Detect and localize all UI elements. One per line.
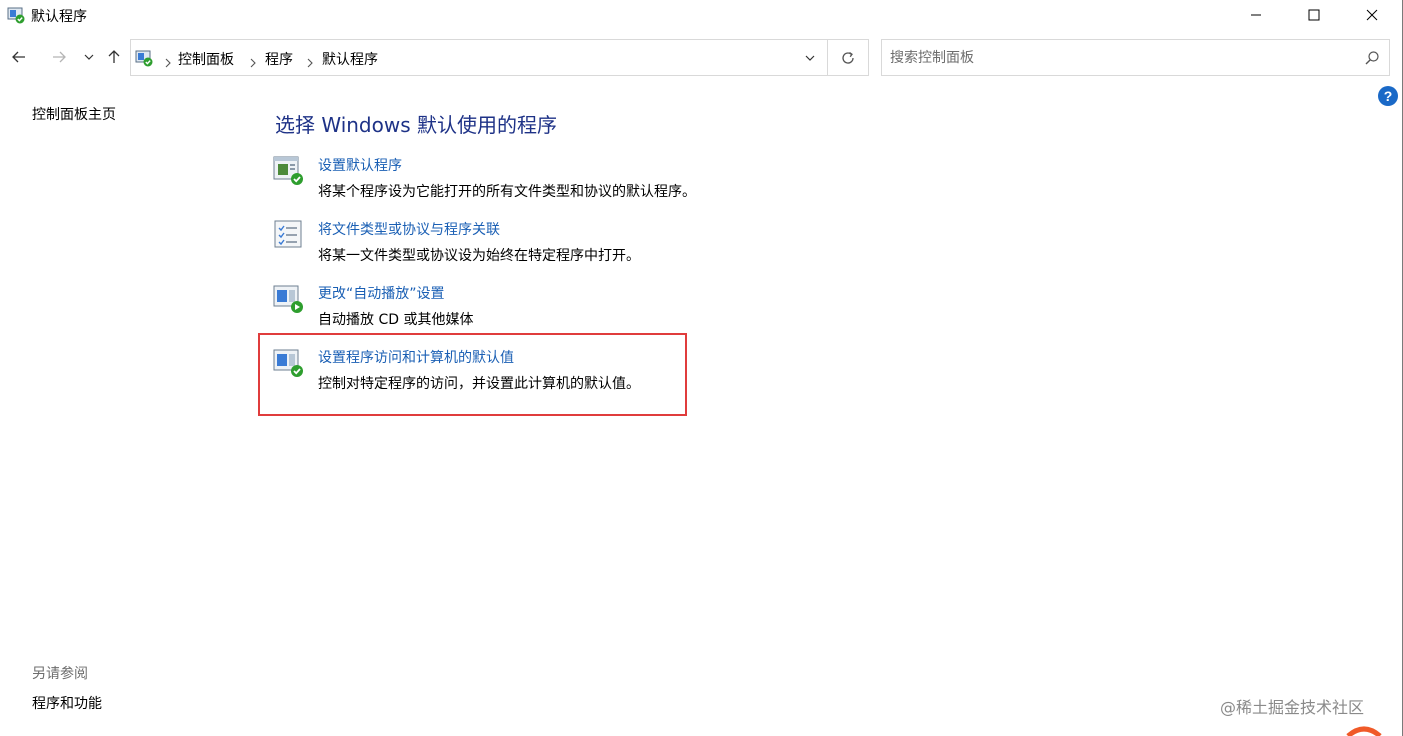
file-association-list-icon <box>272 219 306 253</box>
default-programs-app-icon <box>7 6 25 24</box>
chevron-down-icon <box>805 55 815 61</box>
address-bar[interactable]: 控制面板 程序 默认程序 <box>130 39 869 76</box>
control-panel-icon <box>135 49 153 67</box>
default-programs-check-icon <box>272 155 306 189</box>
autoplay-settings-description: 自动播放 CD 或其他媒体 <box>318 312 474 328</box>
arrow-up-icon <box>108 50 120 63</box>
breadcrumb-separator-icon <box>305 53 315 68</box>
breadcrumb-separator-icon <box>248 53 258 68</box>
search-box[interactable] <box>881 39 1390 76</box>
chevron-down-icon <box>84 54 94 60</box>
watermark-text: @稀土掘金技术社区 <box>1220 698 1365 717</box>
associate-file-type-link[interactable]: 将文件类型或协议与程序关联 <box>318 219 500 239</box>
see-also-header: 另请参阅 <box>32 666 88 682</box>
title-bar: 默认程序 <box>0 0 1402 30</box>
associate-file-type-description: 将某一文件类型或协议设为始终在特定程序中打开。 <box>318 248 640 264</box>
back-button[interactable] <box>7 45 31 69</box>
set-default-programs-description: 将某个程序设为它能打开的所有文件类型和协议的默认程序。 <box>318 184 696 200</box>
arrow-right-icon <box>53 51 66 63</box>
page-title: 选择 Windows 默认使用的程序 <box>275 113 557 137</box>
up-button[interactable] <box>102 45 126 69</box>
breadcrumb-item-control-panel[interactable]: 控制面板 <box>178 49 234 69</box>
question-mark-icon: ? <box>1383 88 1393 104</box>
refresh-button[interactable] <box>828 40 868 75</box>
close-button[interactable] <box>1343 0 1401 30</box>
watermark-logo-icon <box>1344 720 1384 736</box>
recent-locations-button[interactable] <box>77 45 101 69</box>
maximize-button[interactable] <box>1285 0 1343 30</box>
set-default-programs-link[interactable]: 设置默认程序 <box>318 155 402 175</box>
highlight-annotation <box>258 333 687 416</box>
forward-button[interactable] <box>47 45 71 69</box>
breadcrumb-item-default-programs[interactable]: 默认程序 <box>322 49 378 69</box>
window-title: 默认程序 <box>31 9 87 25</box>
control-panel-home-link[interactable]: 控制面板主页 <box>32 104 116 124</box>
minimize-icon <box>1251 14 1261 16</box>
breadcrumb-separator-icon <box>163 53 173 68</box>
breadcrumb-item-programs[interactable]: 程序 <box>265 49 293 69</box>
arrow-left-icon <box>12 51 25 63</box>
close-icon <box>1366 9 1378 21</box>
search-icon[interactable] <box>1364 50 1380 66</box>
autoplay-settings-link[interactable]: 更改“自动播放”设置 <box>318 283 445 303</box>
see-also-programs-and-features-link[interactable]: 程序和功能 <box>32 693 102 713</box>
maximize-icon <box>1308 9 1320 21</box>
default-programs-window: 默认程序 控制面板 程序 默认程序 搜索控制面板 ? 控制面板主页 另请参阅 程… <box>0 0 1403 736</box>
search-input[interactable] <box>890 48 1350 68</box>
autoplay-icon <box>272 283 306 317</box>
minimize-button[interactable] <box>1227 0 1285 30</box>
help-button[interactable]: ? <box>1378 86 1398 106</box>
address-dropdown-button[interactable] <box>793 40 827 75</box>
refresh-icon <box>842 51 854 64</box>
